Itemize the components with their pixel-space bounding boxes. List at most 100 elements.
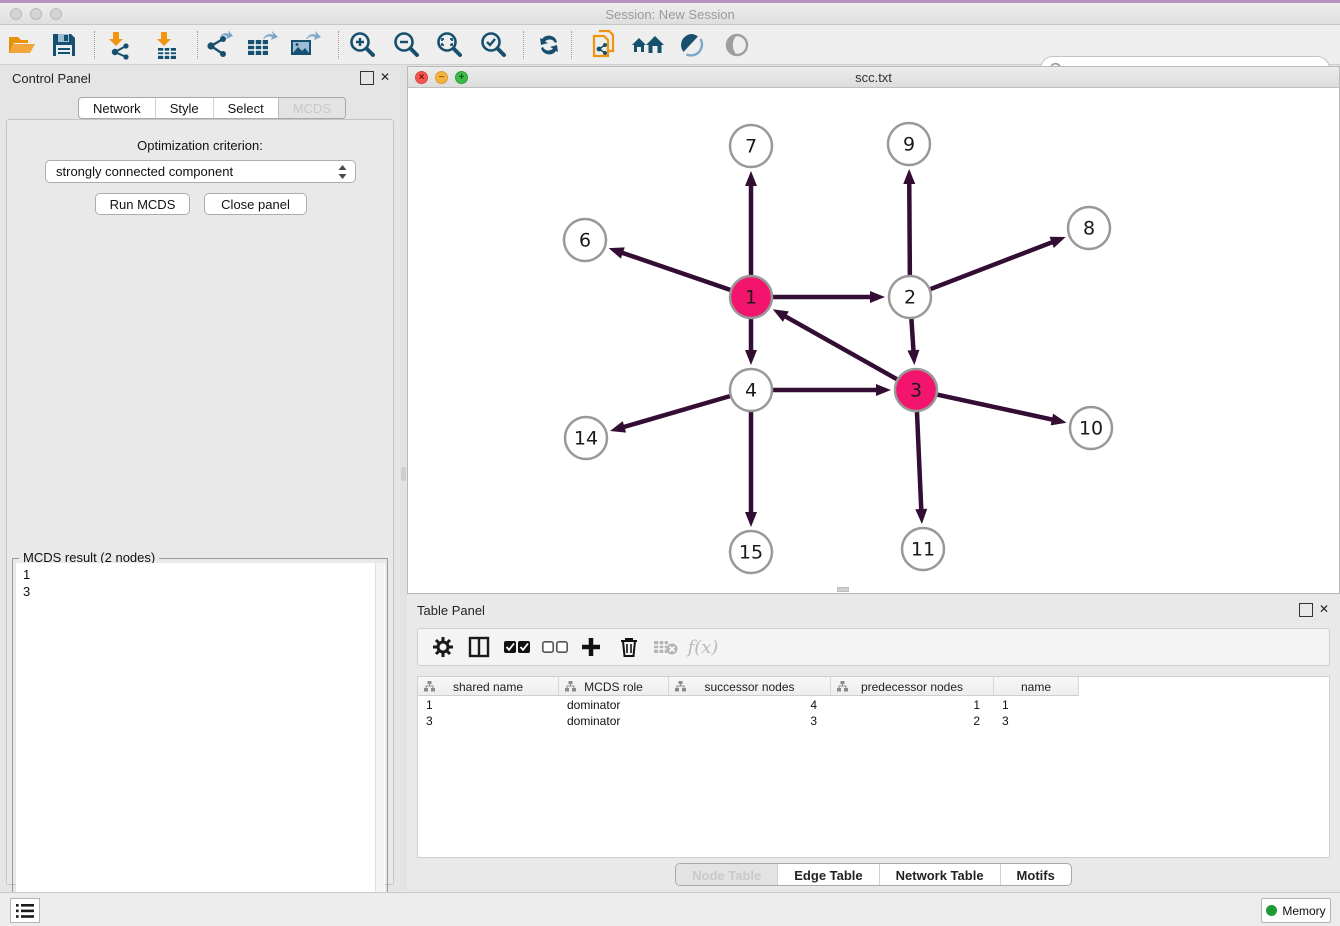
show-columns-button[interactable]: [462, 633, 496, 661]
mcds-tab-content: Optimization criterion: strongly connect…: [6, 119, 394, 885]
tab-node-table[interactable]: Node Table: [676, 864, 777, 885]
graph-edge-3-11[interactable]: [917, 412, 921, 511]
hierarchy-icon: [675, 681, 686, 692]
column-header-shared-name[interactable]: shared name: [418, 677, 559, 696]
float-panel-button[interactable]: [360, 71, 374, 85]
unchecked-boxes-icon: [542, 641, 568, 654]
optimization-criterion-dropdown[interactable]: strongly connected component: [45, 160, 356, 183]
vertical-splitter[interactable]: [400, 65, 407, 890]
import-network-icon: [103, 30, 133, 60]
zoom-selected-button[interactable]: [475, 29, 511, 61]
graph-edge-3-10[interactable]: [937, 395, 1053, 420]
column-header-name[interactable]: name: [994, 677, 1079, 696]
table-cell[interactable]: 2: [831, 713, 994, 729]
table-row[interactable]: 3dominator323: [418, 713, 1079, 729]
close-panel-button[interactable]: ✕: [378, 71, 392, 85]
table-float-button[interactable]: [1299, 603, 1313, 617]
zoom-out-button[interactable]: [388, 29, 424, 61]
task-history-button[interactable]: [10, 898, 40, 923]
delete-table-button[interactable]: [649, 633, 683, 661]
close-panel-button-mcds[interactable]: Close panel: [204, 193, 307, 215]
delete-column-button[interactable]: [612, 633, 646, 661]
first-neighbors-button[interactable]: [630, 29, 666, 61]
refresh-icon: [535, 31, 563, 59]
export-image-button[interactable]: [287, 29, 323, 61]
dropdown-stepper-icon: [338, 165, 347, 179]
open-session-button[interactable]: [4, 29, 40, 61]
network-window-title: scc.txt: [408, 70, 1339, 85]
tab-edge-table[interactable]: Edge Table: [777, 864, 878, 885]
tab-network[interactable]: Network: [79, 98, 155, 118]
export-image-icon: [288, 30, 322, 60]
splitter-grip[interactable]: [401, 467, 406, 481]
horizontal-splitter-grip[interactable]: [837, 587, 849, 592]
column-header-successor-nodes[interactable]: successor nodes: [669, 677, 831, 696]
tab-motifs[interactable]: Motifs: [1000, 864, 1071, 885]
table-cell[interactable]: 3: [669, 713, 831, 729]
export-network-button[interactable]: [201, 29, 237, 61]
zoom-in-button[interactable]: [344, 29, 380, 61]
optimization-criterion-label: Optimization criterion:: [7, 138, 393, 153]
table-cell[interactable]: 3: [418, 713, 559, 729]
zoom-selected-icon: [479, 31, 507, 59]
table-close-button[interactable]: ✕: [1317, 603, 1331, 617]
table-settings-button[interactable]: [426, 633, 460, 661]
graph-node-label: 8: [1083, 218, 1095, 240]
table-row[interactable]: 1dominator411: [418, 697, 1079, 713]
table-cell[interactable]: 3: [994, 713, 1079, 729]
memory-button[interactable]: Memory: [1261, 898, 1331, 923]
edge-arrowhead-icon: [745, 350, 757, 365]
unselect-all-columns-button[interactable]: [538, 633, 572, 661]
table-cell[interactable]: dominator: [559, 713, 669, 729]
graph-edge-2-9[interactable]: [909, 182, 910, 275]
toolbar-separator: [197, 31, 198, 59]
table-cell[interactable]: 1: [994, 697, 1079, 713]
table-header-row: shared nameMCDS rolesuccessor nodesprede…: [418, 677, 1079, 696]
tab-style[interactable]: Style: [155, 98, 213, 118]
show-style-button[interactable]: [674, 29, 710, 61]
tab-select[interactable]: Select: [213, 98, 278, 118]
memory-status-dot: [1266, 905, 1277, 916]
run-mcds-button[interactable]: Run MCDS: [95, 193, 190, 215]
network-canvas[interactable]: 7968124314101511: [408, 88, 1339, 593]
edge-arrowhead-icon: [745, 512, 757, 527]
table-cell[interactable]: 1: [831, 697, 994, 713]
control-panel-tabs: Network Style Select MCDS: [78, 97, 346, 119]
table-tabs: Node Table Edge Table Network Table Moti…: [407, 863, 1340, 886]
zoom-fit-button[interactable]: [431, 29, 467, 61]
graph-edge-2-8[interactable]: [931, 242, 1054, 289]
column-header-predecessor-nodes[interactable]: predecessor nodes: [831, 677, 994, 696]
graph-edge-4-14[interactable]: [622, 396, 729, 427]
toolbar-separator: [338, 31, 339, 59]
table-cell[interactable]: 4: [669, 697, 831, 713]
create-column-button[interactable]: [574, 633, 608, 661]
graph-edge-3-1[interactable]: [784, 316, 897, 380]
network-graph[interactable]: 7968124314101511: [408, 88, 1339, 593]
select-all-columns-button[interactable]: [500, 633, 534, 661]
table-cell[interactable]: dominator: [559, 697, 669, 713]
hide-details-button[interactable]: [719, 29, 755, 61]
hierarchy-icon: [424, 681, 435, 692]
tab-network-table[interactable]: Network Table: [879, 864, 1000, 885]
save-icon: [51, 32, 77, 58]
table-cell[interactable]: 1: [418, 697, 559, 713]
apply-layout-button[interactable]: [531, 29, 567, 61]
graph-edge-1-6[interactable]: [621, 252, 730, 290]
graph-node-label: 3: [910, 380, 922, 402]
tab-mcds[interactable]: MCDS: [278, 98, 345, 118]
export-table-button[interactable]: [244, 29, 280, 61]
column-header-MCDS-role[interactable]: MCDS role: [559, 677, 669, 696]
result-scrollbar[interactable]: [375, 563, 384, 926]
import-network-button[interactable]: [100, 29, 136, 61]
function-builder-button[interactable]: f(x): [686, 633, 720, 661]
export-table-icon: [245, 30, 279, 60]
graph-node-label: 2: [904, 287, 916, 309]
edge-arrowhead-icon: [610, 421, 626, 433]
mcds-result-text[interactable]: 1 3: [16, 563, 385, 926]
save-session-button[interactable]: [46, 29, 82, 61]
graph-node-label: 1: [745, 287, 757, 309]
graph-edge-2-3[interactable]: [911, 319, 913, 352]
control-panel-title: Control Panel: [12, 71, 91, 86]
import-table-button[interactable]: [148, 29, 184, 61]
clone-network-button[interactable]: [587, 29, 623, 61]
